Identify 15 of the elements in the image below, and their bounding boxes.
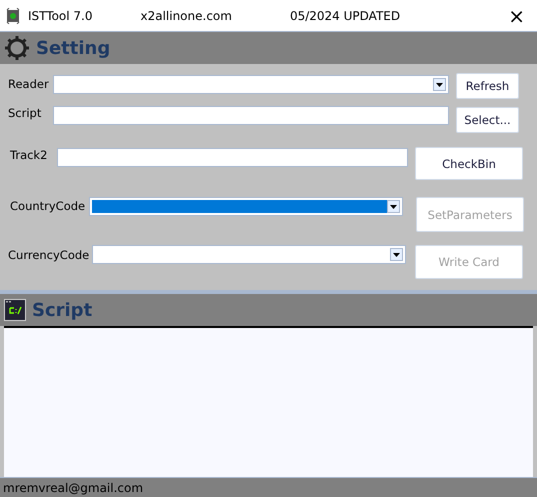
section-title: Script — [32, 300, 92, 320]
update-note: 05/2024 UPDATED — [290, 8, 400, 22]
field-label: CurrencyCode — [8, 248, 90, 262]
window-title: ISTTool 7.0 — [28, 8, 92, 22]
field-label: CountryCode — [10, 199, 86, 213]
field-label: Script — [8, 106, 42, 120]
website-text: x2allinone.com — [140, 8, 232, 22]
field-label: Reader — [8, 77, 50, 91]
action-button[interactable]: Refresh — [456, 73, 519, 99]
action-button[interactable]: Select... — [456, 107, 519, 133]
action-button[interactable]: CheckBin — [415, 147, 523, 180]
field-label: Track2 — [10, 148, 48, 162]
section-title: Setting — [36, 38, 110, 58]
close-button[interactable]: × — [502, 4, 531, 28]
email-text: mremvreal@gmail.com — [3, 480, 144, 494]
